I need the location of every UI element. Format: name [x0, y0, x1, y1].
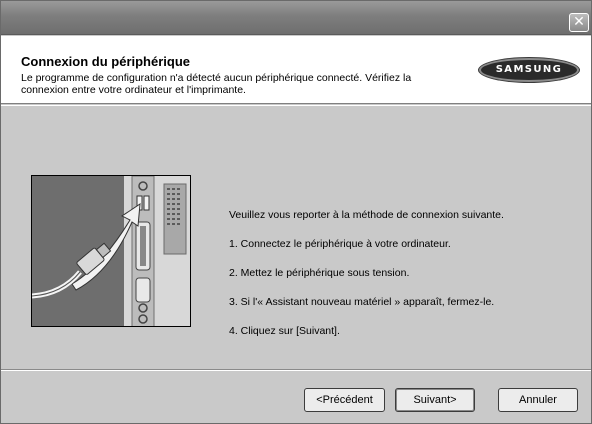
instruction-step-3: 3. Si l'« Assistant nouveau matériel » a… — [229, 296, 495, 308]
dialog-header: Connexion du périphérique Le programme d… — [1, 36, 591, 104]
samsung-logo: SAMSUNG — [479, 58, 579, 82]
close-button[interactable]: ✕ — [569, 13, 589, 32]
instruction-step-1: 1. Connectez le périphérique à votre ord… — [229, 238, 451, 250]
header-description: Le programme de configuration n'a détect… — [21, 72, 461, 96]
title-bar[interactable]: ✕ — [1, 1, 591, 35]
header-divider — [1, 105, 591, 106]
next-button[interactable]: Suivant> — [395, 388, 475, 412]
footer-divider — [1, 369, 591, 371]
instructions-intro: Veuillez vous reporter à la méthode de c… — [229, 209, 504, 221]
instruction-step-2: 2. Mettez le périphérique sous tension. — [229, 267, 410, 279]
back-button[interactable]: <Précédent — [304, 388, 385, 412]
page-title: Connexion du périphérique — [21, 54, 191, 69]
instruction-step-4: 4. Cliquez sur [Suivant]. — [229, 325, 340, 337]
header-description-line-2: connexion entre votre ordinateur et l'im… — [21, 84, 246, 96]
header-description-line-1: Le programme de configuration n'a détect… — [21, 72, 412, 84]
setup-dialog-window: ✕ Connexion du périphérique Le programme… — [0, 0, 592, 424]
usb-connection-icon — [32, 176, 190, 326]
close-icon: ✕ — [573, 14, 585, 30]
usb-connection-illustration — [31, 175, 191, 327]
cancel-button[interactable]: Annuler — [498, 388, 578, 412]
